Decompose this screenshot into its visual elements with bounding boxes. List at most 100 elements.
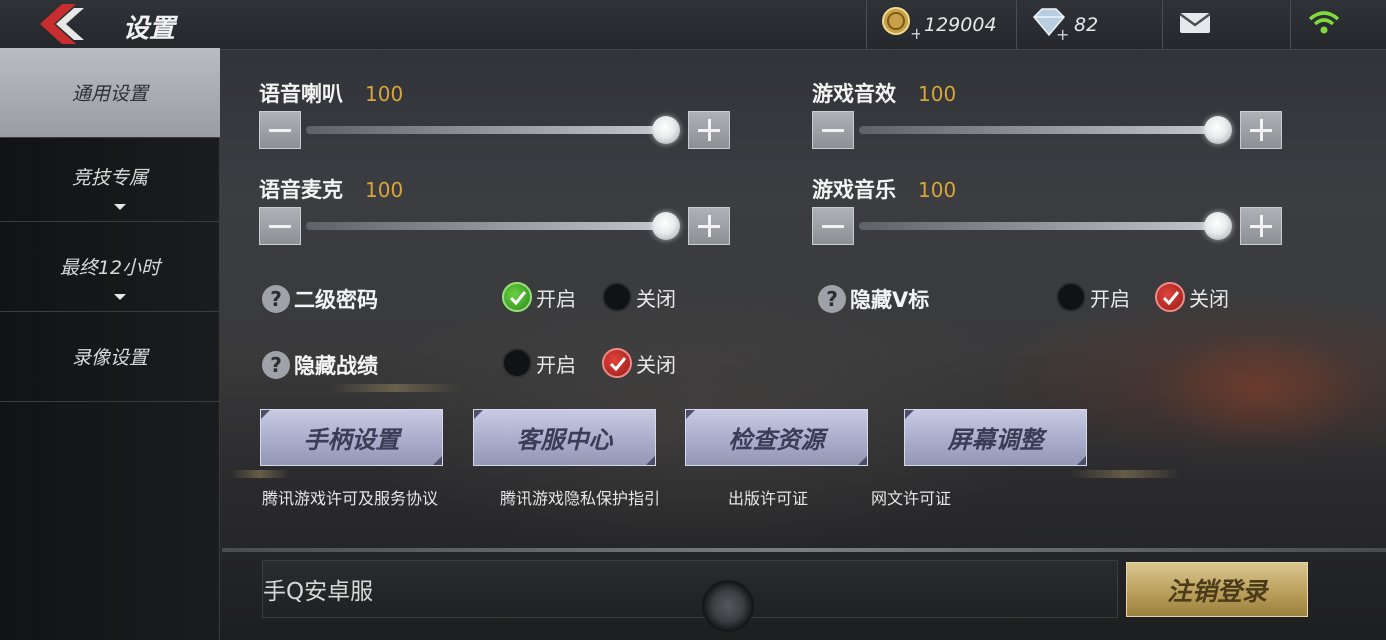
- hide-record-on-radio[interactable]: 开启: [502, 348, 576, 378]
- hide-record-label: 隐藏战绩: [294, 354, 378, 378]
- voice-mic-decrease-button[interactable]: [259, 207, 301, 245]
- second-password-option: ? 二级密码: [262, 284, 378, 314]
- check-resources-button[interactable]: 检查资源: [685, 409, 868, 466]
- sidebar-item-label: 通用设置: [71, 83, 148, 105]
- radio-label: 关闭: [636, 352, 676, 377]
- radio-label: 开启: [536, 286, 576, 311]
- check-icon: [502, 282, 532, 312]
- background-streak: [330, 384, 460, 392]
- game-music-slider-handle[interactable]: [1204, 212, 1232, 240]
- sidebar-item-replay-settings[interactable]: 录像设置: [0, 312, 220, 402]
- plus-icon-vertical: [708, 119, 711, 141]
- diamond-plus-icon: +: [1030, 5, 1070, 45]
- divider: [222, 548, 1386, 552]
- hide-v-badge-label: 隐藏V标: [850, 288, 930, 312]
- coin-amount: 129004: [924, 14, 997, 36]
- sidebar-item-general-settings[interactable]: 通用设置: [0, 48, 220, 138]
- minus-icon: [269, 225, 291, 228]
- game-music-title: 游戏音乐: [812, 178, 896, 202]
- plus-icon-vertical: [1260, 119, 1263, 141]
- game-sfx-slider-handle[interactable]: [1204, 116, 1232, 144]
- minus-icon: [822, 225, 844, 228]
- privacy-guide-link[interactable]: 腾讯游戏隐私保护指引: [500, 485, 660, 509]
- game-music-slider[interactable]: [859, 222, 1229, 230]
- radio-label: 开启: [1090, 286, 1130, 311]
- controller-settings-button[interactable]: 手柄设置: [260, 409, 443, 466]
- caret-down-icon: [114, 294, 126, 300]
- background-streak: [230, 470, 290, 478]
- game-sfx-decrease-button[interactable]: [812, 111, 854, 149]
- page-title: 设置: [123, 14, 176, 44]
- publish-license-link[interactable]: 出版许可证: [728, 485, 808, 509]
- hide-v-badge-on-radio[interactable]: 开启: [1056, 282, 1130, 312]
- coin-plus-icon: +: [880, 5, 923, 45]
- customer-service-button[interactable]: 客服中心: [473, 409, 656, 466]
- sidebar-item-label: 竞技专属: [71, 167, 148, 189]
- divider: [1162, 0, 1163, 50]
- plus-icon-vertical: [708, 215, 711, 237]
- game-music-increase-button[interactable]: [1240, 207, 1282, 245]
- radio-empty-icon: [602, 282, 632, 312]
- back-button[interactable]: [30, 2, 100, 46]
- help-icon[interactable]: ?: [262, 351, 290, 379]
- web-culture-license-link[interactable]: 网文许可证: [871, 485, 951, 509]
- sidebar-item-competitive[interactable]: 竞技专属: [0, 132, 220, 222]
- button-label: 客服中心: [516, 426, 613, 454]
- screen-adjust-button[interactable]: 屏幕调整: [904, 409, 1087, 466]
- radio-label: 关闭: [1189, 286, 1229, 311]
- svg-text:+: +: [1056, 25, 1069, 41]
- game-sfx-slider[interactable]: [859, 126, 1229, 134]
- svg-text:+: +: [910, 24, 920, 41]
- logout-button[interactable]: 注销登录: [1126, 562, 1308, 617]
- voice-mic-increase-button[interactable]: [688, 207, 730, 245]
- corner-decoration: [474, 410, 483, 419]
- corner-decoration: [646, 456, 655, 465]
- voice-speaker-slider[interactable]: [306, 126, 676, 134]
- divider: [1290, 0, 1291, 50]
- radio-label: 关闭: [636, 286, 676, 311]
- corner-decoration: [905, 410, 914, 419]
- sidebar: 通用设置 竞技专属 最终12小时 录像设置: [0, 48, 220, 640]
- mail-button[interactable]: [1178, 0, 1212, 50]
- coin-balance[interactable]: + 129004: [880, 0, 997, 50]
- help-icon[interactable]: ?: [262, 285, 290, 313]
- second-password-off-radio[interactable]: 关闭: [602, 282, 676, 312]
- voice-speaker-slider-handle[interactable]: [652, 116, 680, 144]
- game-music-decrease-button[interactable]: [812, 207, 854, 245]
- hide-v-badge-option: ? 隐藏V标: [818, 284, 929, 314]
- corner-decoration: [433, 456, 442, 465]
- corner-decoration: [261, 410, 270, 419]
- sidebar-item-final-12-hours[interactable]: 最终12小时: [0, 222, 220, 312]
- divider: [866, 0, 867, 50]
- second-password-on-radio[interactable]: 开启: [502, 282, 576, 312]
- background-glow: [1150, 330, 1370, 450]
- game-sfx-increase-button[interactable]: [1240, 111, 1282, 149]
- voice-speaker-increase-button[interactable]: [688, 111, 730, 149]
- radio-empty-icon: [502, 348, 532, 378]
- voice-mic-value: 100: [365, 178, 404, 202]
- game-sfx-title: 游戏音效: [812, 82, 896, 106]
- check-icon: [1155, 282, 1185, 312]
- diamond-balance[interactable]: + 82: [1030, 0, 1098, 50]
- voice-mic-slider-handle[interactable]: [652, 212, 680, 240]
- background-streak: [1070, 470, 1180, 478]
- chevron-left-icon: [40, 4, 84, 44]
- voice-mic-slider[interactable]: [306, 222, 676, 230]
- help-icon[interactable]: ?: [818, 285, 846, 313]
- game-music-value: 100: [918, 178, 957, 202]
- plus-icon-vertical: [1260, 215, 1263, 237]
- hide-record-option: ? 隐藏战绩: [262, 350, 378, 380]
- floating-home-button[interactable]: [702, 580, 754, 632]
- top-bar: 设置 + 129004 + 82: [0, 0, 1386, 50]
- wifi-icon: [1308, 10, 1340, 40]
- sidebar-item-label: 最终12小时: [59, 257, 161, 279]
- voice-speaker-decrease-button[interactable]: [259, 111, 301, 149]
- license-agreement-link[interactable]: 腾讯游戏许可及服务协议: [262, 485, 438, 509]
- server-name: 手Q安卓服: [263, 579, 374, 605]
- sidebar-item-label: 录像设置: [71, 347, 148, 369]
- hide-v-badge-off-radio[interactable]: 关闭: [1155, 282, 1229, 312]
- second-password-label: 二级密码: [294, 288, 378, 312]
- diamond-amount: 82: [1074, 14, 1099, 36]
- button-label: 检查资源: [728, 426, 825, 454]
- hide-record-off-radio[interactable]: 关闭: [602, 348, 676, 378]
